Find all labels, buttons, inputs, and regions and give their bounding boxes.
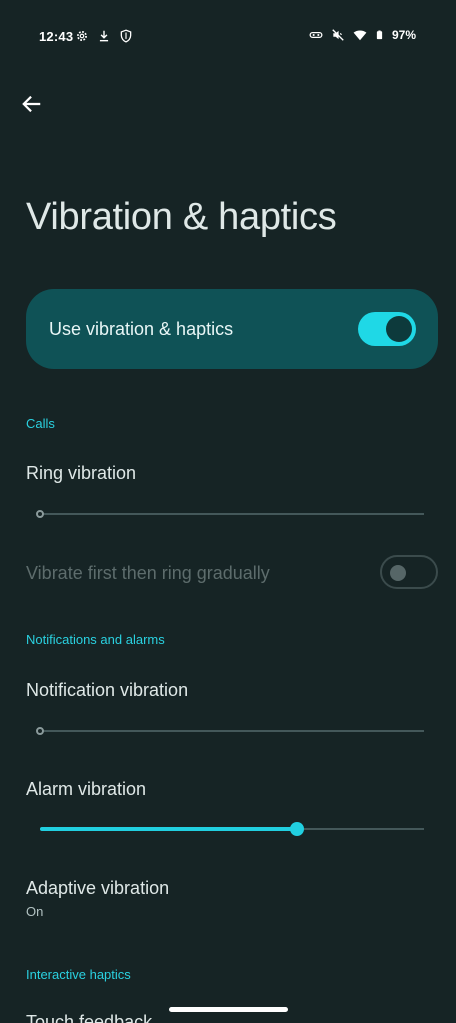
touch-feedback-label[interactable]: Touch feedback	[26, 1012, 152, 1023]
home-indicator[interactable]	[169, 1007, 288, 1012]
slider-track	[40, 513, 424, 515]
notification-vibration-slider[interactable]	[36, 721, 428, 741]
back-button[interactable]	[14, 86, 50, 122]
vibrate-first-label: Vibrate first then ring gradually	[26, 563, 270, 583]
section-header-interactive: Interactive haptics	[26, 967, 131, 982]
screen: 12:43 97% Vibration & haptics Use vibrat…	[0, 0, 456, 1023]
adaptive-vibration-summary: On	[26, 904, 44, 919]
status-left-icons	[75, 29, 133, 43]
switch-knob	[386, 316, 412, 342]
status-time: 12:43	[39, 29, 74, 44]
status-bar: 12:43 97%	[0, 0, 456, 74]
status-right-icons: 97%	[309, 28, 416, 42]
adaptive-vibration-label[interactable]: Adaptive vibration	[26, 878, 169, 899]
alarm-vibration-label: Alarm vibration	[26, 779, 147, 799]
mute-icon	[332, 29, 344, 41]
section-header-calls: Calls	[26, 416, 55, 431]
use-vibration-switch[interactable]	[358, 312, 416, 346]
alarm-vibration-slider[interactable]	[36, 819, 428, 839]
battery-icon	[376, 30, 383, 40]
slider-track	[40, 730, 424, 732]
use-vibration-label: Use vibration & haptics	[49, 319, 234, 339]
shield-icon	[120, 29, 132, 43]
gear-icon	[77, 31, 87, 41]
slider-thumb[interactable]	[36, 727, 44, 735]
section-header-notifications: Notifications and alarms	[26, 632, 165, 647]
arrow-back-icon	[22, 95, 41, 113]
wifi-icon	[353, 30, 367, 41]
link-icon	[309, 32, 323, 38]
vibrate-first-switch[interactable]	[380, 555, 438, 589]
ring-vibration-slider[interactable]	[36, 504, 428, 524]
slider-thumb[interactable]	[36, 510, 44, 518]
slider-fill	[40, 827, 298, 831]
notification-vibration-label: Notification vibration	[26, 680, 189, 700]
ring-vibration-label: Ring vibration	[26, 463, 137, 483]
battery-percentage: 97%	[391, 28, 416, 42]
download-icon	[99, 30, 109, 42]
switch-knob	[390, 565, 406, 581]
use-vibration-toggle-row[interactable]: Use vibration & haptics	[26, 289, 438, 369]
slider-thumb[interactable]	[290, 822, 305, 836]
page-title: Vibration & haptics	[26, 196, 337, 238]
